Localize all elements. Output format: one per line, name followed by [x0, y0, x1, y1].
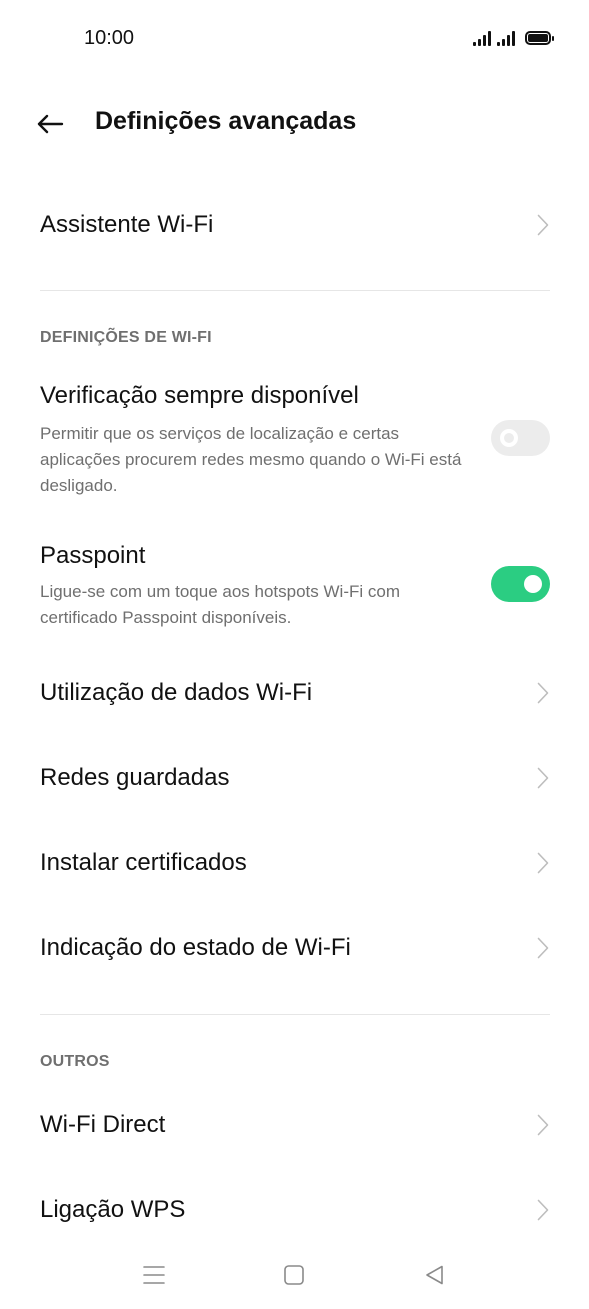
- battery-icon: [525, 31, 554, 45]
- menu-icon: [143, 1266, 165, 1284]
- status-time: 10:00: [84, 27, 135, 49]
- navigation-bar: [0, 1249, 589, 1309]
- chevron-right-icon: [533, 211, 553, 239]
- section-header-wifi-settings: DEFINIÇÕES DE WI-FI: [40, 329, 212, 346]
- always-scanning-item[interactable]: Verificação sempre disponível Permitir q…: [0, 378, 589, 502]
- arrow-left-icon: [37, 114, 64, 134]
- status-bar: 10:00: [0, 0, 589, 80]
- passpoint-label: Passpoint: [40, 542, 146, 569]
- signal-icon: [473, 30, 491, 46]
- divider: [40, 1014, 550, 1015]
- wps-connection-label: Ligação WPS: [40, 1196, 186, 1223]
- chevron-right-icon: [533, 1111, 553, 1139]
- wifi-data-usage-label: Utilização de dados Wi-Fi: [40, 679, 313, 706]
- wifi-assistant-item[interactable]: Assistente Wi-Fi: [0, 192, 589, 260]
- chevron-right-icon: [533, 764, 553, 792]
- toggle-knob: [524, 575, 542, 593]
- signal-icon: [497, 30, 515, 46]
- wps-connection-item[interactable]: Ligação WPS: [0, 1177, 589, 1241]
- home-button[interactable]: [272, 1255, 316, 1295]
- recent-apps-button[interactable]: [132, 1255, 176, 1295]
- app-header: Definições avançadas: [0, 96, 589, 150]
- wifi-assistant-label: Assistente Wi-Fi: [40, 211, 214, 238]
- wifi-direct-label: Wi-Fi Direct: [40, 1111, 166, 1138]
- status-icons: [473, 30, 554, 46]
- chevron-right-icon: [533, 934, 553, 962]
- passpoint-toggle[interactable]: [491, 566, 550, 602]
- section-header-others: OUTROS: [40, 1053, 110, 1070]
- wifi-data-usage-item[interactable]: Utilização de dados Wi-Fi: [0, 660, 589, 728]
- passpoint-item[interactable]: Passpoint Ligue-se com um toque aos hots…: [0, 538, 589, 638]
- saved-networks-item[interactable]: Redes guardadas: [0, 745, 589, 813]
- page-title: Definições avançadas: [95, 107, 357, 135]
- saved-networks-label: Redes guardadas: [40, 764, 230, 791]
- always-scanning-toggle[interactable]: [491, 420, 550, 456]
- home-icon: [284, 1265, 304, 1285]
- chevron-right-icon: [533, 679, 553, 707]
- install-certificates-item[interactable]: Instalar certificados: [0, 830, 589, 898]
- chevron-right-icon: [533, 849, 553, 877]
- toggle-knob: [500, 429, 518, 447]
- always-scanning-description: Permitir que os serviços de localização …: [40, 424, 462, 495]
- install-certificates-label: Instalar certificados: [40, 849, 247, 876]
- chevron-right-icon: [533, 1196, 553, 1224]
- divider: [40, 290, 550, 291]
- back-nav-button[interactable]: [413, 1255, 457, 1295]
- passpoint-description: Ligue-se com um toque aos hotspots Wi-Fi…: [40, 582, 400, 627]
- back-triangle-icon: [426, 1265, 443, 1285]
- wifi-status-indication-item[interactable]: Indicação do estado de Wi-Fi: [0, 915, 589, 983]
- wifi-direct-item[interactable]: Wi-Fi Direct: [0, 1092, 589, 1160]
- wifi-status-indication-label: Indicação do estado de Wi-Fi: [40, 934, 351, 961]
- always-scanning-label: Verificação sempre disponível: [40, 382, 359, 409]
- back-button[interactable]: [28, 104, 72, 144]
